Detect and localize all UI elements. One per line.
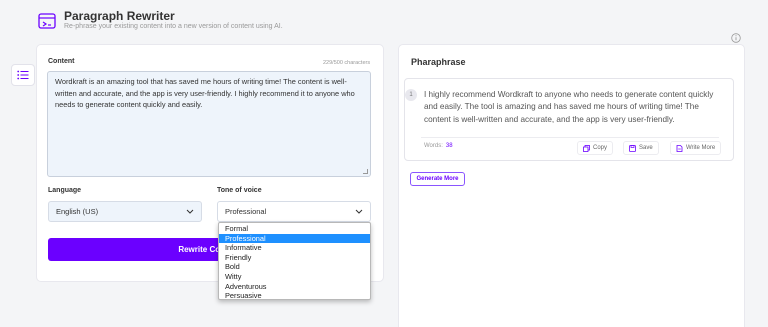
tone-option-professional[interactable]: Professional [219, 233, 370, 244]
divider [421, 137, 719, 138]
language-label: Language [48, 187, 82, 194]
char-count: 229/500 characters [323, 60, 371, 66]
tone-dropdown: Formal Professional Informative Friendly… [218, 222, 371, 300]
tone-option-witty[interactable]: Witty [219, 272, 370, 282]
chevron-down-icon [186, 209, 194, 214]
save-button[interactable]: Save [623, 141, 659, 155]
word-count: Words: 38 [424, 143, 453, 149]
result-text: I highly recommend Wordkraft to anyone w… [424, 90, 714, 124]
tone-select[interactable]: Professional [217, 201, 371, 222]
tone-option-formal[interactable]: Formal [219, 224, 370, 234]
page-subtitle: Re-phrase your existing content into a n… [64, 23, 283, 30]
words-label: Words: [424, 143, 443, 149]
chevron-down-icon [355, 209, 363, 214]
tone-option-friendly[interactable]: Friendly [219, 253, 370, 263]
page-title: Paragraph Rewriter [64, 9, 175, 23]
content-text: Wordkraft is an amazing tool that has sa… [55, 77, 355, 109]
write-more-label: Write More [686, 145, 716, 151]
rewriter-icon [38, 13, 56, 29]
info-icon[interactable] [731, 33, 741, 43]
words-count: 38 [445, 143, 453, 149]
write-more-icon [676, 144, 683, 152]
copy-icon [583, 144, 590, 152]
write-more-button[interactable]: Write More [670, 141, 722, 155]
resize-handle[interactable] [363, 169, 368, 174]
tone-option-adventurous[interactable]: Adventurous [219, 282, 370, 292]
tone-option-bold[interactable]: Bold [219, 262, 370, 272]
generate-more-button[interactable]: Generate More [410, 172, 465, 186]
copy-button[interactable]: Copy [577, 141, 614, 155]
save-icon [629, 144, 636, 152]
copy-label: Copy [593, 145, 608, 151]
language-select[interactable]: English (US) [48, 201, 202, 222]
tone-label: Tone of voice [217, 187, 262, 194]
menu-list-icon [17, 70, 29, 80]
result-number-badge: 1 [405, 89, 417, 101]
tone-option-persuasive[interactable]: Persuasive [219, 291, 370, 301]
language-value: English (US) [56, 207, 99, 216]
content-label: Content [48, 58, 75, 65]
content-textarea[interactable]: Wordkraft is an amazing tool that has sa… [47, 71, 371, 177]
tone-value: Professional [225, 207, 267, 216]
tone-option-informative[interactable]: Informative [219, 243, 370, 253]
paraphrase-title: Pharaphrase [411, 57, 466, 67]
save-label: Save [639, 145, 653, 151]
sidebar-menu-button[interactable] [11, 64, 35, 86]
